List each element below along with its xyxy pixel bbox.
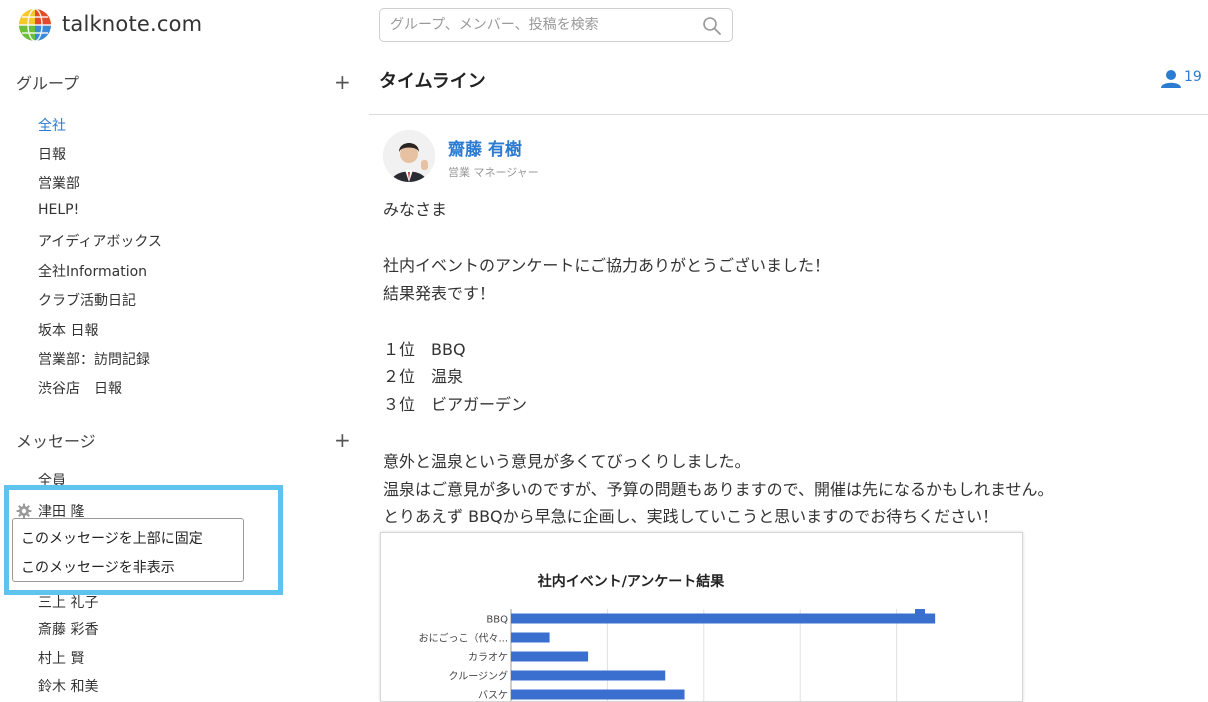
sidebar-message-item[interactable]: 三上 礼子: [38, 592, 98, 612]
members-icon[interactable]: [1160, 69, 1182, 89]
post-text-line: 温泉はご意見が多いのですが、予算の問題もありますので、開催は先になるかもしれませ…: [383, 480, 1054, 499]
menu-item-hide[interactable]: このメッセージを非表示: [21, 557, 175, 577]
messages-heading: メッセージ: [16, 432, 96, 451]
bar-chart: 社内イベント/アンケート結果 BBQ おにごっこ（代々... カラオケクルージングバス…: [419, 573, 936, 702]
brand-name[interactable]: talknote.com: [62, 12, 202, 36]
post-text-line: ３位 ビアガーデン: [383, 395, 528, 414]
post-text-line: 意外と温泉という意見が多くてびっくりしました。: [383, 452, 751, 471]
menu-item-pin-top[interactable]: このメッセージを上部に固定: [21, 528, 203, 548]
sidebar-message-item[interactable]: 鈴木 和美: [38, 676, 98, 696]
search-icon[interactable]: [702, 16, 722, 36]
sidebar-group-item[interactable]: 坂本 日報: [38, 320, 98, 340]
groups-heading: グループ: [16, 74, 80, 93]
chart-category-label: バスケ: [478, 690, 508, 702]
post-text-line: ２位 温泉: [383, 367, 464, 386]
search-input[interactable]: [380, 9, 690, 41]
sidebar-group-item[interactable]: 全社: [38, 115, 66, 135]
timeline-title: タイムライン: [379, 71, 486, 92]
search-box[interactable]: [379, 8, 733, 42]
sidebar-group-item[interactable]: 営業部：訪問記録: [38, 349, 150, 369]
chart-attachment[interactable]: 社内イベント/アンケート結果 BBQ おにごっこ（代々... カラオケクルージングバス…: [380, 532, 1023, 702]
avatar[interactable]: [383, 130, 435, 182]
post-text-line: １位 BBQ: [383, 340, 466, 359]
chart-bar: [511, 689, 685, 700]
add-group-button[interactable]: +: [334, 72, 351, 92]
post-text-line: 社内イベントのアンケートにご協力ありがとうございました！: [383, 256, 831, 275]
post-text-line: 結果発表です！: [383, 284, 496, 303]
chart-category-label: カラオケ: [468, 652, 508, 664]
sidebar-group-item[interactable]: 渋谷店 日報: [38, 378, 122, 398]
context-menu: このメッセージを上部に固定 このメッセージを非表示: [12, 518, 244, 582]
chart-bar: [511, 613, 936, 624]
chart-category-label: BBQ: [486, 615, 508, 626]
add-message-button[interactable]: +: [334, 430, 351, 450]
chart-bar: [511, 632, 550, 643]
chart-title: 社内イベント/アンケート結果: [537, 573, 726, 590]
sidebar-group-item[interactable]: 全社Information: [38, 261, 147, 281]
member-count[interactable]: 19: [1184, 69, 1202, 85]
sidebar-group-item[interactable]: 営業部: [38, 173, 80, 193]
sidebar-group-item[interactable]: 日報: [38, 144, 66, 164]
talknote-logo-icon[interactable]: [18, 8, 52, 42]
sidebar-message-item[interactable]: 斎藤 彩香: [38, 619, 98, 639]
sidebar-message-item[interactable]: 村上 賢: [38, 648, 84, 668]
post-text-line: とりあえず BBQから早急に企画し、実践していこうと思いますのでお待ちください！: [383, 507, 999, 526]
post-author-role: 営業 マネージャー: [448, 166, 539, 179]
gear-icon[interactable]: [16, 503, 32, 519]
chart-legend-swatch: [915, 609, 925, 619]
chart-category-label: クルージング: [449, 670, 509, 683]
chart-category-label: おにごっこ（代々...: [419, 632, 508, 645]
chart-bar: [511, 651, 589, 662]
user-photo-icon: [383, 130, 435, 182]
sidebar-group-item[interactable]: クラブ活動日記: [38, 290, 136, 310]
timeline-divider: [369, 114, 1208, 115]
sidebar-group-item[interactable]: HELP!: [38, 202, 79, 218]
chart-bar: [511, 670, 666, 681]
post-text-line: みなさま: [383, 200, 448, 219]
sidebar-group-item[interactable]: アイディアボックス: [38, 231, 162, 251]
post-author[interactable]: 齋藤 有樹: [448, 135, 522, 160]
